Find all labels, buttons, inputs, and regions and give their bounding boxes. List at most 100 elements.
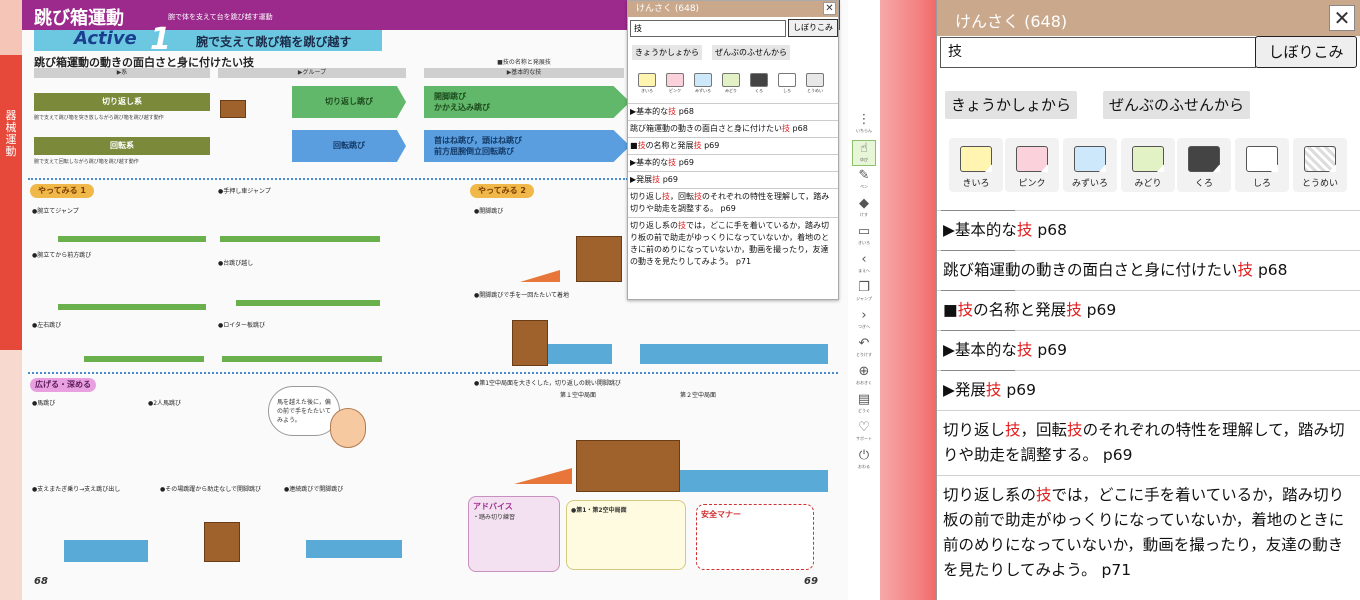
toolbar-12-button[interactable]: ⏻ おわる	[852, 448, 876, 474]
toolbar-9-button[interactable]: ⊕ おおきく	[852, 364, 876, 390]
mini-result-item[interactable]: 切り返し系の技では，どこに手を着いているか，踏み切り板の前で助走がゆっくりになっ…	[628, 217, 838, 270]
textbook-spread[interactable]: 器械運動 跳び箱運動 腕で体を支えて台を跳び越す運動 Active 1 腕で支え…	[0, 0, 848, 600]
swatch-6[interactable]: とうめい	[1293, 138, 1347, 192]
match-highlight: 技	[668, 107, 677, 116]
sticky-note-icon	[666, 73, 684, 87]
category-kaeshi: 切り返し系	[34, 93, 210, 111]
landing-mat-illustration	[306, 540, 402, 558]
mini-swatch-pink[interactable]: ピンク	[664, 72, 686, 96]
mini-swatch-black[interactable]: くろ	[748, 72, 770, 96]
mini-from-all-stickies-button[interactable]: ぜんぶのふせんから	[712, 45, 790, 60]
swatch-2[interactable]: みずいろ	[1063, 138, 1117, 192]
toolbar-11-button[interactable]: ♡ サポート	[852, 420, 876, 446]
skill-label: ●腕立てから前方跳び	[32, 252, 92, 259]
swatch-0[interactable]: きいろ	[949, 138, 1003, 192]
toolbar-icon: ⊕	[858, 364, 870, 379]
mini-result-item[interactable]: ■技の名称と発展技 p69	[628, 137, 838, 154]
result-item[interactable]: ▶基本的な技 p69	[937, 330, 1360, 370]
match-highlight: 技	[637, 141, 646, 150]
result-item[interactable]: 切り返し技，回転技のそれぞれの特性を理解して，踏み切りや助走を調整する。 p69	[937, 410, 1360, 475]
toolbar-5-button[interactable]: ‹ まえへ	[852, 252, 876, 278]
sticky-note-icon	[960, 146, 992, 172]
swatch-1[interactable]: ピンク	[1005, 138, 1059, 192]
search-input[interactable]: 技	[940, 37, 1256, 68]
toolbar-0-button[interactable]: ⋮ いちらん	[852, 112, 876, 138]
filter-button[interactable]: しぼりこみ	[1255, 36, 1357, 68]
mini-from-textbook-button[interactable]: きょうかしょから	[632, 45, 702, 60]
match-highlight: 技	[693, 141, 702, 150]
mini-swatch-lightblue[interactable]: みずいろ	[692, 72, 714, 96]
group-kaeshi: 切り返し跳び	[292, 86, 406, 118]
sticky-note-icon	[1074, 146, 1106, 172]
skill-label: ●左右跳び	[32, 322, 62, 329]
landing-mat-illustration	[680, 470, 828, 492]
skill-label: ●ロイター板跳び	[218, 322, 265, 329]
mini-popup-header: けんさく (648) ✕	[628, 1, 838, 17]
mini-result-item[interactable]: ▶発展技 p69	[628, 171, 838, 188]
swatch-4[interactable]: くろ	[1177, 138, 1231, 192]
toolbar-1-button[interactable]: ☝ ゆび	[852, 140, 876, 166]
close-icon[interactable]: ✕	[1329, 5, 1355, 31]
mini-search-input[interactable]: 技	[630, 20, 786, 37]
mini-swatch-yellow[interactable]: きいろ	[636, 72, 658, 96]
result-item[interactable]: 切り返し系の技では，どこに手を着いているか，踏み切り板の前で助走がゆっくりになっ…	[937, 475, 1360, 590]
toolbar-4-button[interactable]: ▭ きいろ	[852, 224, 876, 250]
toolbar-7-button[interactable]: › つぎへ	[852, 308, 876, 334]
result-text: 切り返し	[630, 192, 662, 201]
result-item[interactable]: 跳び箱運動の動きの面白さと身に付けたい技 p68	[937, 250, 1360, 290]
from-textbook-button[interactable]: きょうかしょから	[945, 91, 1078, 119]
result-text: 切り返し系の	[630, 221, 678, 230]
row-divider	[941, 370, 1015, 371]
toolbar-label: サポート	[856, 436, 872, 441]
mini-swatch-green[interactable]: みどり	[720, 72, 742, 96]
toolbar-icon: ‹	[861, 252, 867, 267]
toolbar-icon: ☝	[860, 141, 868, 156]
result-text: ■	[630, 141, 638, 150]
mini-filter-button[interactable]: しぼりこみ	[788, 19, 838, 37]
toolbar-label: ジャンプ	[856, 296, 872, 301]
skill-label: ●2人馬跳び	[148, 400, 182, 407]
match-highlight: 技	[678, 221, 686, 230]
toolbar-10-button[interactable]: ▤ どうぐ	[852, 392, 876, 418]
vault-box-illustration	[576, 236, 622, 282]
swatch-label: みずいろ	[695, 88, 711, 93]
toolbar-6-button[interactable]: ❐ ジャンプ	[852, 280, 876, 306]
result-text: ▶基本的な	[630, 158, 669, 167]
mat-illustration	[84, 356, 204, 362]
page-number-right: 69	[804, 576, 818, 587]
result-item[interactable]: ▶基本的な技 p68	[937, 210, 1360, 250]
mini-swatch-white[interactable]: しろ	[776, 72, 798, 96]
toolbar-icon: ⋮	[857, 112, 871, 127]
toolbar-2-button[interactable]: ✎ ペン	[852, 168, 876, 194]
result-text: ▶発展	[943, 381, 986, 399]
result-text: p69	[676, 158, 694, 167]
skill-label: ●開脚跳び	[474, 208, 504, 215]
swatch-3[interactable]: みどり	[1121, 138, 1175, 192]
phase-label: 第１空中局面	[560, 392, 597, 399]
from-all-stickies-button[interactable]: ぜんぶのふせんから	[1103, 91, 1251, 119]
mat-illustration	[58, 236, 206, 242]
mini-result-item[interactable]: 切り返し技，回転技のそれぞれの特性を理解して，踏み切りや助走を調整する。 p69	[628, 188, 838, 217]
result-text: p69	[660, 175, 678, 184]
springboard-illustration	[514, 468, 572, 484]
landing-mat-illustration	[640, 344, 828, 364]
tech-kaeshi: 開脚跳び かかえ込み跳び	[424, 86, 630, 118]
swatch-5[interactable]: しろ	[1235, 138, 1289, 192]
mini-result-item[interactable]: ▶基本的な技 p69	[628, 154, 838, 171]
toolbar-8-button[interactable]: ↶ とりけす	[852, 336, 876, 362]
sticky-note-icon	[1188, 146, 1220, 172]
toolbar-label: ペン	[860, 184, 868, 189]
mini-close-icon[interactable]: ✕	[823, 2, 836, 15]
match-highlight: 技	[694, 192, 702, 201]
row-divider	[941, 250, 1015, 251]
skill-label: ●台跳び越し	[218, 260, 254, 267]
result-item[interactable]: ■技の名称と発展技 p69	[937, 290, 1360, 330]
search-popup-mini[interactable]: けんさく (648) ✕ 技 しぼりこみ きょうかしょから ぜんぶのふせんから …	[627, 0, 839, 300]
sticky-note-icon	[778, 73, 796, 87]
mini-swatch-transparent[interactable]: とうめい	[804, 72, 826, 96]
mini-result-item[interactable]: ▶基本的な技 p68	[628, 103, 838, 120]
mini-result-item[interactable]: 跳び箱運動の動きの面白さと身に付けたい技 p68	[628, 120, 838, 137]
toolbar-3-button[interactable]: ◆ けす	[852, 196, 876, 222]
result-text: 跳び箱運動の動きの面白さと身に付けたい	[943, 261, 1238, 279]
result-item[interactable]: ▶発展技 p69	[937, 370, 1360, 410]
